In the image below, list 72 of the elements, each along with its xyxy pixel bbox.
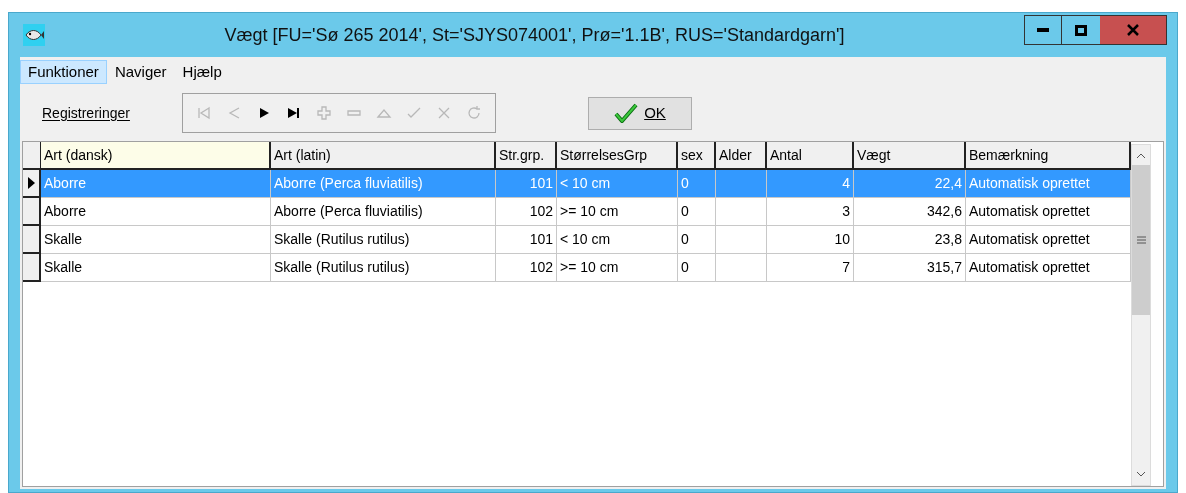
table-row[interactable]: Aborre Aborre (Perca fluviatilis) 102 >= 10 cm 0 3 342,6 Automatisk oprettet — [23, 198, 1131, 226]
current-row-icon — [27, 177, 35, 189]
plus-icon — [316, 105, 332, 121]
menu-item[interactable]: Naviger — [106, 60, 175, 84]
column-header[interactable]: Art (dansk) — [41, 142, 271, 170]
table-cell: Automatisk oprettet — [966, 170, 1131, 198]
column-header[interactable]: Antal — [767, 142, 854, 170]
table-cell — [716, 170, 767, 198]
table-cell: 342,6 — [854, 198, 966, 226]
table-cell: 101 — [496, 226, 557, 254]
row-indicator-header — [23, 142, 41, 170]
navigator-label: Registreringer — [42, 103, 131, 123]
table-cell: 7 — [767, 254, 854, 282]
column-header[interactable]: Str.grp. — [496, 142, 557, 170]
table-cell: >= 10 cm — [557, 254, 678, 282]
menu-item[interactable]: Funktioner — [20, 60, 107, 84]
close-icon — [436, 105, 452, 121]
table-cell: < 10 cm — [557, 170, 678, 198]
check-icon — [614, 103, 639, 123]
table-cell: 0 — [678, 226, 716, 254]
scroll-thumb[interactable] — [1132, 165, 1150, 315]
grip-icon — [1136, 236, 1146, 244]
ok-button[interactable]: OK — [588, 96, 692, 130]
row-indicator — [23, 226, 41, 254]
column-header[interactable]: Bemærkning — [966, 142, 1131, 170]
minimize-icon — [1037, 28, 1049, 32]
vertical-scrollbar[interactable] — [1131, 144, 1151, 486]
table-cell: 102 — [496, 198, 557, 226]
menu-item[interactable]: Hjælp — [174, 60, 230, 84]
table-cell: 0 — [678, 170, 716, 198]
scroll-up-icon — [1136, 153, 1146, 159]
table-cell: 10 — [767, 226, 854, 254]
maximize-icon — [1075, 24, 1087, 36]
column-header[interactable]: StørrelsesGrp — [557, 142, 678, 170]
table-cell: >= 10 cm — [557, 198, 678, 226]
table-cell: 3 — [767, 198, 854, 226]
table-cell: Skalle — [41, 254, 271, 282]
table-cell: 101 — [496, 170, 557, 198]
column-header[interactable]: Alder — [716, 142, 767, 170]
table-cell: 22,4 — [854, 170, 966, 198]
table-cell: Aborre (Perca fluviatilis) — [271, 198, 496, 226]
scroll-down-icon — [1136, 471, 1146, 477]
first-record-icon — [196, 105, 212, 121]
fish-icon — [23, 24, 45, 46]
column-header[interactable]: Art (latin) — [271, 142, 496, 170]
last-record-icon — [286, 105, 302, 121]
table-cell: 0 — [678, 198, 716, 226]
table-cell: Aborre — [41, 170, 271, 198]
table-row[interactable]: Skalle Skalle (Rutilus rutilus) 101 < 10 cm 0 10 23,8 Automatisk oprettet — [23, 226, 1131, 254]
table-cell: 0 — [678, 254, 716, 282]
refresh-icon — [466, 105, 482, 121]
close-button[interactable] — [1100, 16, 1166, 44]
table-cell: 4 — [767, 170, 854, 198]
table-cell: Skalle (Rutilus rutilus) — [271, 254, 496, 282]
close-icon — [1127, 24, 1139, 36]
row-indicator — [23, 198, 41, 226]
table-cell: 102 — [496, 254, 557, 282]
column-header[interactable]: Vægt — [854, 142, 966, 170]
table-cell — [716, 254, 767, 282]
table-cell: < 10 cm — [557, 226, 678, 254]
window-title: Vægt [FU='Sø 265 2014', St='SJYS074001', Prø='1.1B', RUS='Standardgarn'] — [224, 23, 845, 47]
table-cell: Skalle — [41, 226, 271, 254]
table-cell: Aborre — [41, 198, 271, 226]
table-cell — [716, 226, 767, 254]
table-cell — [716, 198, 767, 226]
table-cell: Skalle (Rutilus rutilus) — [271, 226, 496, 254]
table-cell: Aborre (Perca fluviatilis) — [271, 170, 496, 198]
table-cell: 23,8 — [854, 226, 966, 254]
column-header[interactable]: sex — [678, 142, 716, 170]
row-indicator — [23, 254, 41, 282]
table-cell: 315,7 — [854, 254, 966, 282]
table-row[interactable]: Skalle Skalle (Rutilus rutilus) 102 >= 10 cm 0 7 315,7 Automatisk oprettet — [23, 254, 1131, 282]
